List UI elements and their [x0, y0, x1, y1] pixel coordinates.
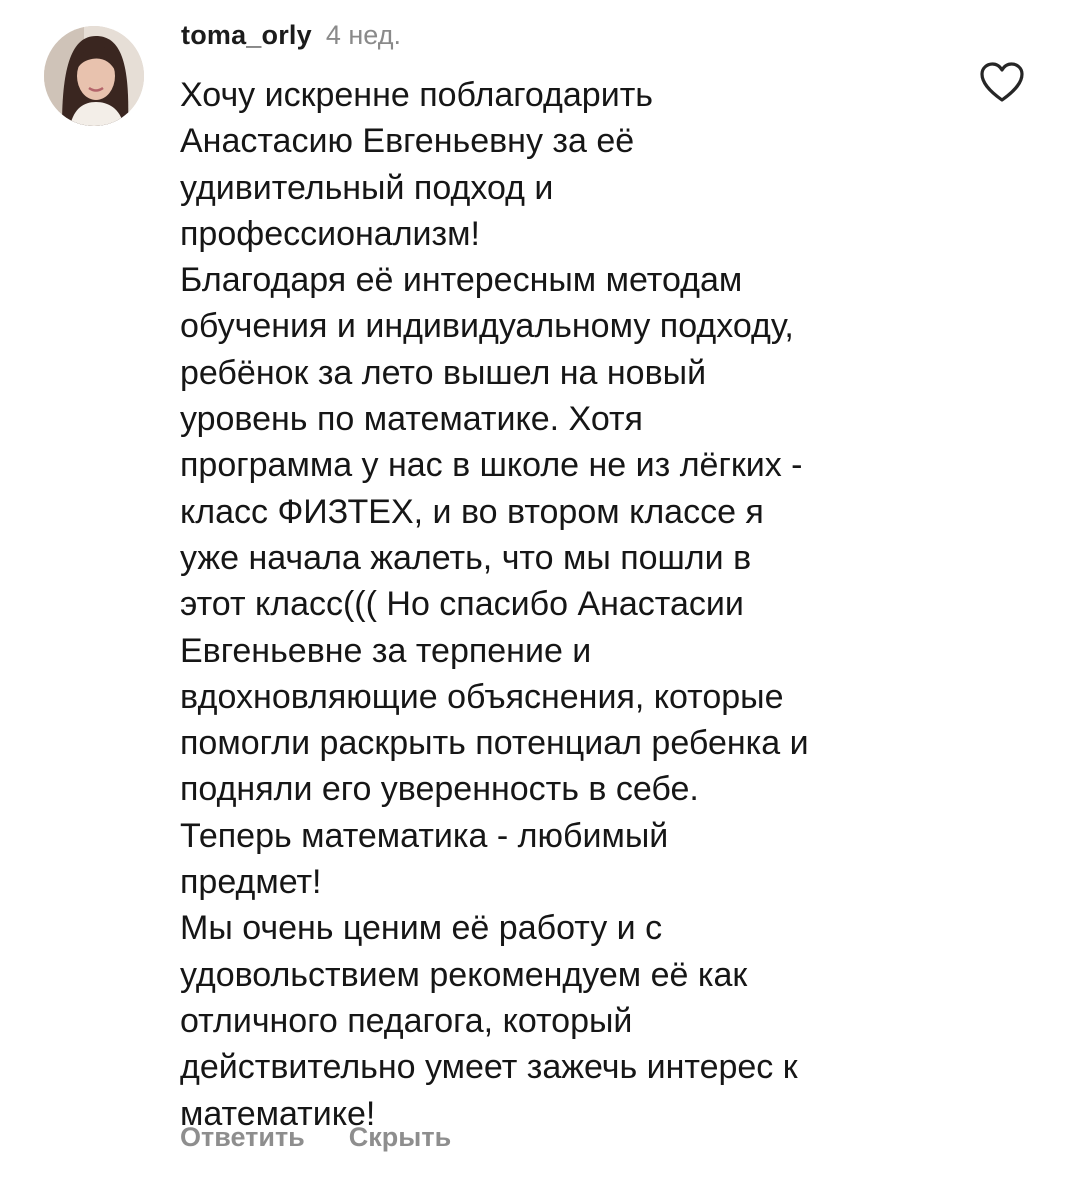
comment-actions: Ответить Скрыть [180, 1122, 451, 1153]
comment-text: Хочу искренне поблагодарить Анастасию Ев… [180, 72, 960, 1137]
timestamp[interactable]: 4 нед. [326, 20, 401, 51]
comment-line: этот класс((( Но спасибо Анастасии [180, 585, 744, 624]
comment-header: toma_orly 4 нед. [181, 20, 401, 60]
like-button[interactable] [978, 60, 1026, 104]
comment-line: Благодаря её интересным методам [180, 261, 743, 300]
comment-line: Анастасию Евгеньевну за её [180, 122, 635, 161]
heart-outline-icon [980, 62, 1024, 102]
comment-line: Хочу искренне поблагодарить [180, 76, 653, 114]
comment-line: действительно умеет зажечь интерес к [180, 1048, 798, 1087]
comment-line: предмет! [180, 863, 322, 902]
comment-line: вдохновляющие объяснения, которые [180, 677, 784, 716]
comment-line: обучения и индивидуальному подходу, [180, 307, 794, 346]
comment-line: удивительный подход и [180, 168, 554, 207]
comment-line: удовольствием рекомендуем её как [180, 955, 748, 994]
comment: toma_orly 4 нед. Хочу искренне поблагода… [0, 0, 1080, 1196]
comment-line: программа у нас в школе не из лёгких - [180, 446, 803, 485]
comment-line: отличного педагога, который [180, 1001, 633, 1040]
comment-line: Мы очень ценим её работу и с [180, 909, 663, 948]
comment-line: профессионализм! [180, 214, 480, 253]
comment-line: помогли раскрыть потенциал ребенка и [180, 724, 809, 763]
comment-line: Евгеньевне за терпение и [180, 631, 592, 670]
comment-line: класс ФИЗТЕХ, и во втором классе я [180, 492, 764, 531]
comment-line: ребёнок за лето вышел на новый [180, 353, 707, 392]
comment-line: уже начала жалеть, что мы пошли в [180, 538, 752, 577]
comment-line: уровень по математике. Хотя [180, 400, 643, 439]
hide-button[interactable]: Скрыть [349, 1122, 451, 1153]
avatar[interactable] [44, 26, 144, 126]
user-avatar-photo [44, 26, 144, 126]
comment-line: подняли его уверенность в себе. [180, 770, 699, 809]
comment-line: Теперь математика - любимый [180, 816, 669, 855]
username-link[interactable]: toma_orly [181, 20, 312, 51]
reply-button[interactable]: Ответить [180, 1122, 305, 1153]
